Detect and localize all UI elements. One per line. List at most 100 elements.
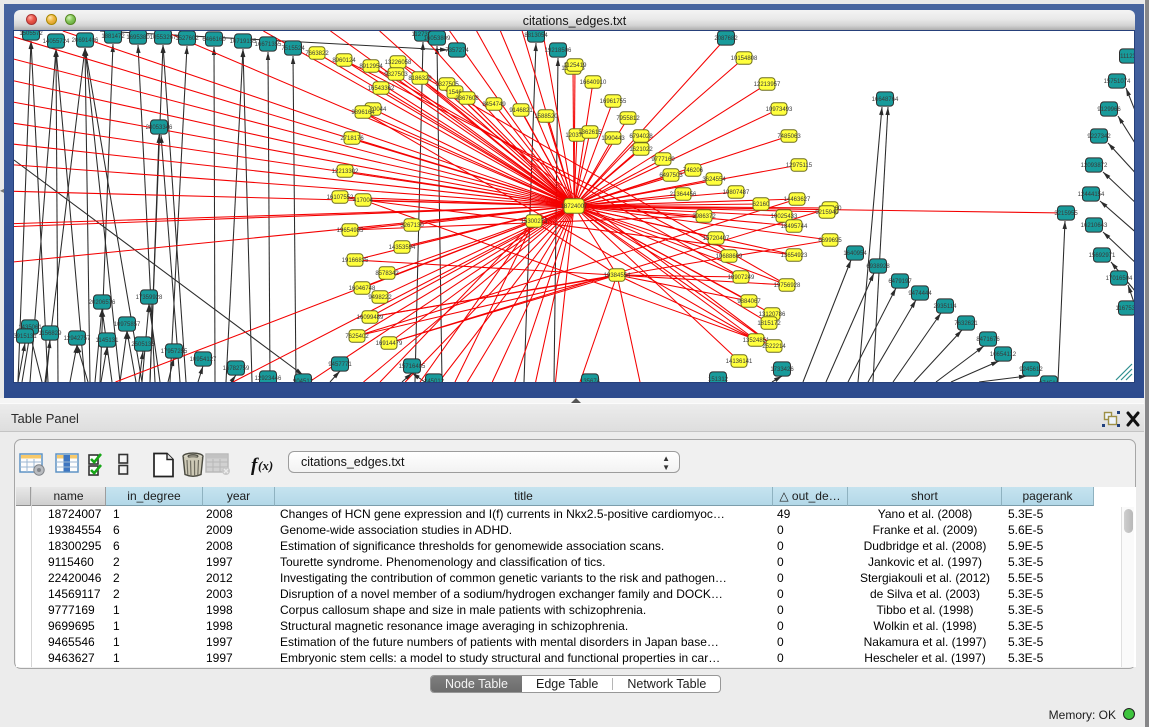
- svg-text:16914479: 16914479: [376, 341, 403, 347]
- svg-text:16640910: 16640910: [580, 80, 607, 86]
- svg-text:245012: 245012: [424, 379, 445, 382]
- svg-text:14055724: 14055724: [43, 39, 70, 45]
- svg-text:18495744: 18495744: [781, 224, 808, 230]
- svg-text:9498222: 9498222: [368, 295, 392, 301]
- svg-text:3267130: 3267130: [400, 223, 424, 229]
- svg-text:10807487: 10807487: [723, 190, 750, 196]
- svg-text:9896164: 9896164: [351, 110, 375, 116]
- svg-text:13654923: 13654923: [781, 253, 808, 259]
- svg-text:7955812: 7955812: [616, 116, 640, 122]
- svg-text:12975115: 12975115: [786, 163, 813, 169]
- svg-text:1167533: 1167533: [1116, 306, 1134, 312]
- svg-text:16961755: 16961755: [600, 99, 627, 105]
- svg-text:1588520: 1588520: [534, 114, 558, 120]
- svg-text:9215940: 9215940: [815, 210, 839, 216]
- svg-text:1156829: 1156829: [39, 331, 63, 337]
- svg-text:17957255: 17957255: [161, 349, 188, 355]
- svg-text:874512: 874512: [1039, 381, 1060, 382]
- svg-text:151312: 151312: [708, 377, 729, 382]
- svg-text:6938928: 6938928: [866, 264, 890, 270]
- svg-text:9884067: 9884067: [737, 299, 761, 305]
- svg-text:8912954: 8912954: [359, 64, 383, 70]
- svg-text:135674: 135674: [580, 379, 601, 382]
- svg-text:20206576: 20206576: [89, 300, 116, 306]
- svg-text:7357274: 7357274: [445, 48, 469, 54]
- svg-text:15716485: 15716485: [399, 364, 426, 370]
- svg-text:10975857: 10975857: [114, 322, 141, 328]
- svg-text:17359928: 17359928: [136, 295, 163, 301]
- svg-text:9227342: 9227342: [1087, 134, 1111, 140]
- svg-text:1621022: 1621022: [629, 147, 653, 153]
- svg-text:6794028: 6794028: [629, 134, 653, 140]
- svg-text:15720407: 15720407: [703, 236, 730, 242]
- svg-text:3915131: 3915131: [14, 334, 37, 340]
- svg-text:8960124: 8960124: [332, 58, 356, 64]
- svg-text:15692971: 15692971: [1089, 253, 1116, 259]
- svg-text:62160: 62160: [753, 202, 770, 208]
- svg-text:2935114: 2935114: [934, 304, 958, 310]
- svg-text:6466160: 6466160: [202, 37, 226, 43]
- svg-text:19756928: 19756928: [774, 283, 801, 289]
- svg-text:1695380: 1695380: [126, 35, 150, 41]
- svg-text:8578342: 8578342: [375, 271, 399, 277]
- svg-text:16210643: 16210643: [1081, 223, 1108, 229]
- svg-text:16782759: 16782759: [223, 366, 250, 372]
- svg-text:16543362: 16543362: [368, 86, 395, 92]
- svg-text:17016504: 17016504: [1106, 276, 1133, 282]
- svg-text:7515524: 7515524: [281, 46, 305, 52]
- svg-text:19166825: 19166825: [342, 258, 369, 264]
- svg-text:6479197: 6479197: [888, 279, 912, 285]
- svg-text:1505572: 1505572: [19, 31, 43, 37]
- svg-text:417004: 417004: [353, 198, 374, 204]
- svg-text:18907249: 18907249: [728, 275, 755, 281]
- svg-text:2718176: 2718176: [340, 136, 364, 142]
- svg-text:9146821: 9146821: [509, 108, 533, 114]
- svg-text:1362615: 1362615: [578, 130, 602, 136]
- svg-text:10973493: 10973493: [766, 107, 793, 113]
- svg-text:2087682: 2087682: [714, 36, 738, 42]
- svg-text:8471676: 8471676: [976, 337, 1000, 343]
- svg-text:16671355: 16671355: [255, 42, 282, 48]
- svg-text:12093872: 12093872: [1081, 163, 1108, 169]
- svg-text:15300273: 15300273: [521, 219, 548, 225]
- svg-text:19384554: 19384554: [604, 273, 631, 279]
- svg-text:12213302: 12213302: [332, 169, 359, 175]
- svg-text:9457771: 9457771: [328, 362, 352, 368]
- svg-text:20691406: 20691406: [72, 38, 99, 44]
- svg-text:10654112: 10654112: [990, 352, 1017, 358]
- svg-text:1990443: 1990443: [601, 136, 625, 142]
- svg-text:3215955: 3215955: [1054, 211, 1078, 217]
- svg-text:1640954: 1640954: [843, 251, 867, 257]
- svg-text:7625402: 7625402: [345, 334, 369, 340]
- svg-text:1145131: 1145131: [96, 338, 120, 344]
- svg-text:9777169: 9777169: [651, 157, 675, 163]
- svg-text:16648764: 16648764: [872, 97, 899, 103]
- svg-text:10154808: 10154808: [731, 56, 758, 62]
- svg-text:2522214: 2522214: [762, 344, 786, 350]
- svg-text:2505135: 2505135: [131, 342, 155, 348]
- svg-text:1881472: 1881472: [101, 34, 125, 40]
- svg-text:13226058: 13226058: [385, 60, 412, 66]
- svg-text:21364456: 21364456: [670, 192, 697, 198]
- svg-text:10553267: 10553267: [150, 35, 177, 41]
- svg-text:(x): (x): [258, 458, 273, 473]
- svg-text:8813054: 8813054: [524, 33, 548, 39]
- svg-text:11123: 11123: [1120, 54, 1134, 60]
- svg-text:3624554: 3624554: [702, 177, 726, 183]
- svg-text:9327503: 9327503: [384, 72, 408, 78]
- svg-text:7485063: 7485063: [777, 134, 801, 140]
- svg-text:12942757: 12942757: [64, 336, 91, 342]
- svg-text:2986372: 2986372: [692, 214, 716, 220]
- svg-text:6699695: 6699695: [818, 238, 842, 244]
- svg-text:16107552: 16107552: [327, 195, 354, 201]
- svg-text:12213957: 12213957: [754, 82, 781, 88]
- svg-text:746206: 746206: [683, 168, 704, 174]
- svg-text:18724007: 18724007: [561, 204, 588, 210]
- svg-text:16046748: 16046748: [349, 286, 376, 292]
- svg-text:10954127: 10954127: [190, 357, 217, 363]
- svg-text:15751074: 15751074: [1104, 79, 1131, 85]
- svg-text:9245612: 9245612: [1019, 367, 1043, 373]
- svg-text:10688609: 10688609: [716, 254, 743, 260]
- svg-text:19654985: 19654985: [337, 228, 364, 234]
- svg-text:14353594: 14353594: [389, 245, 416, 251]
